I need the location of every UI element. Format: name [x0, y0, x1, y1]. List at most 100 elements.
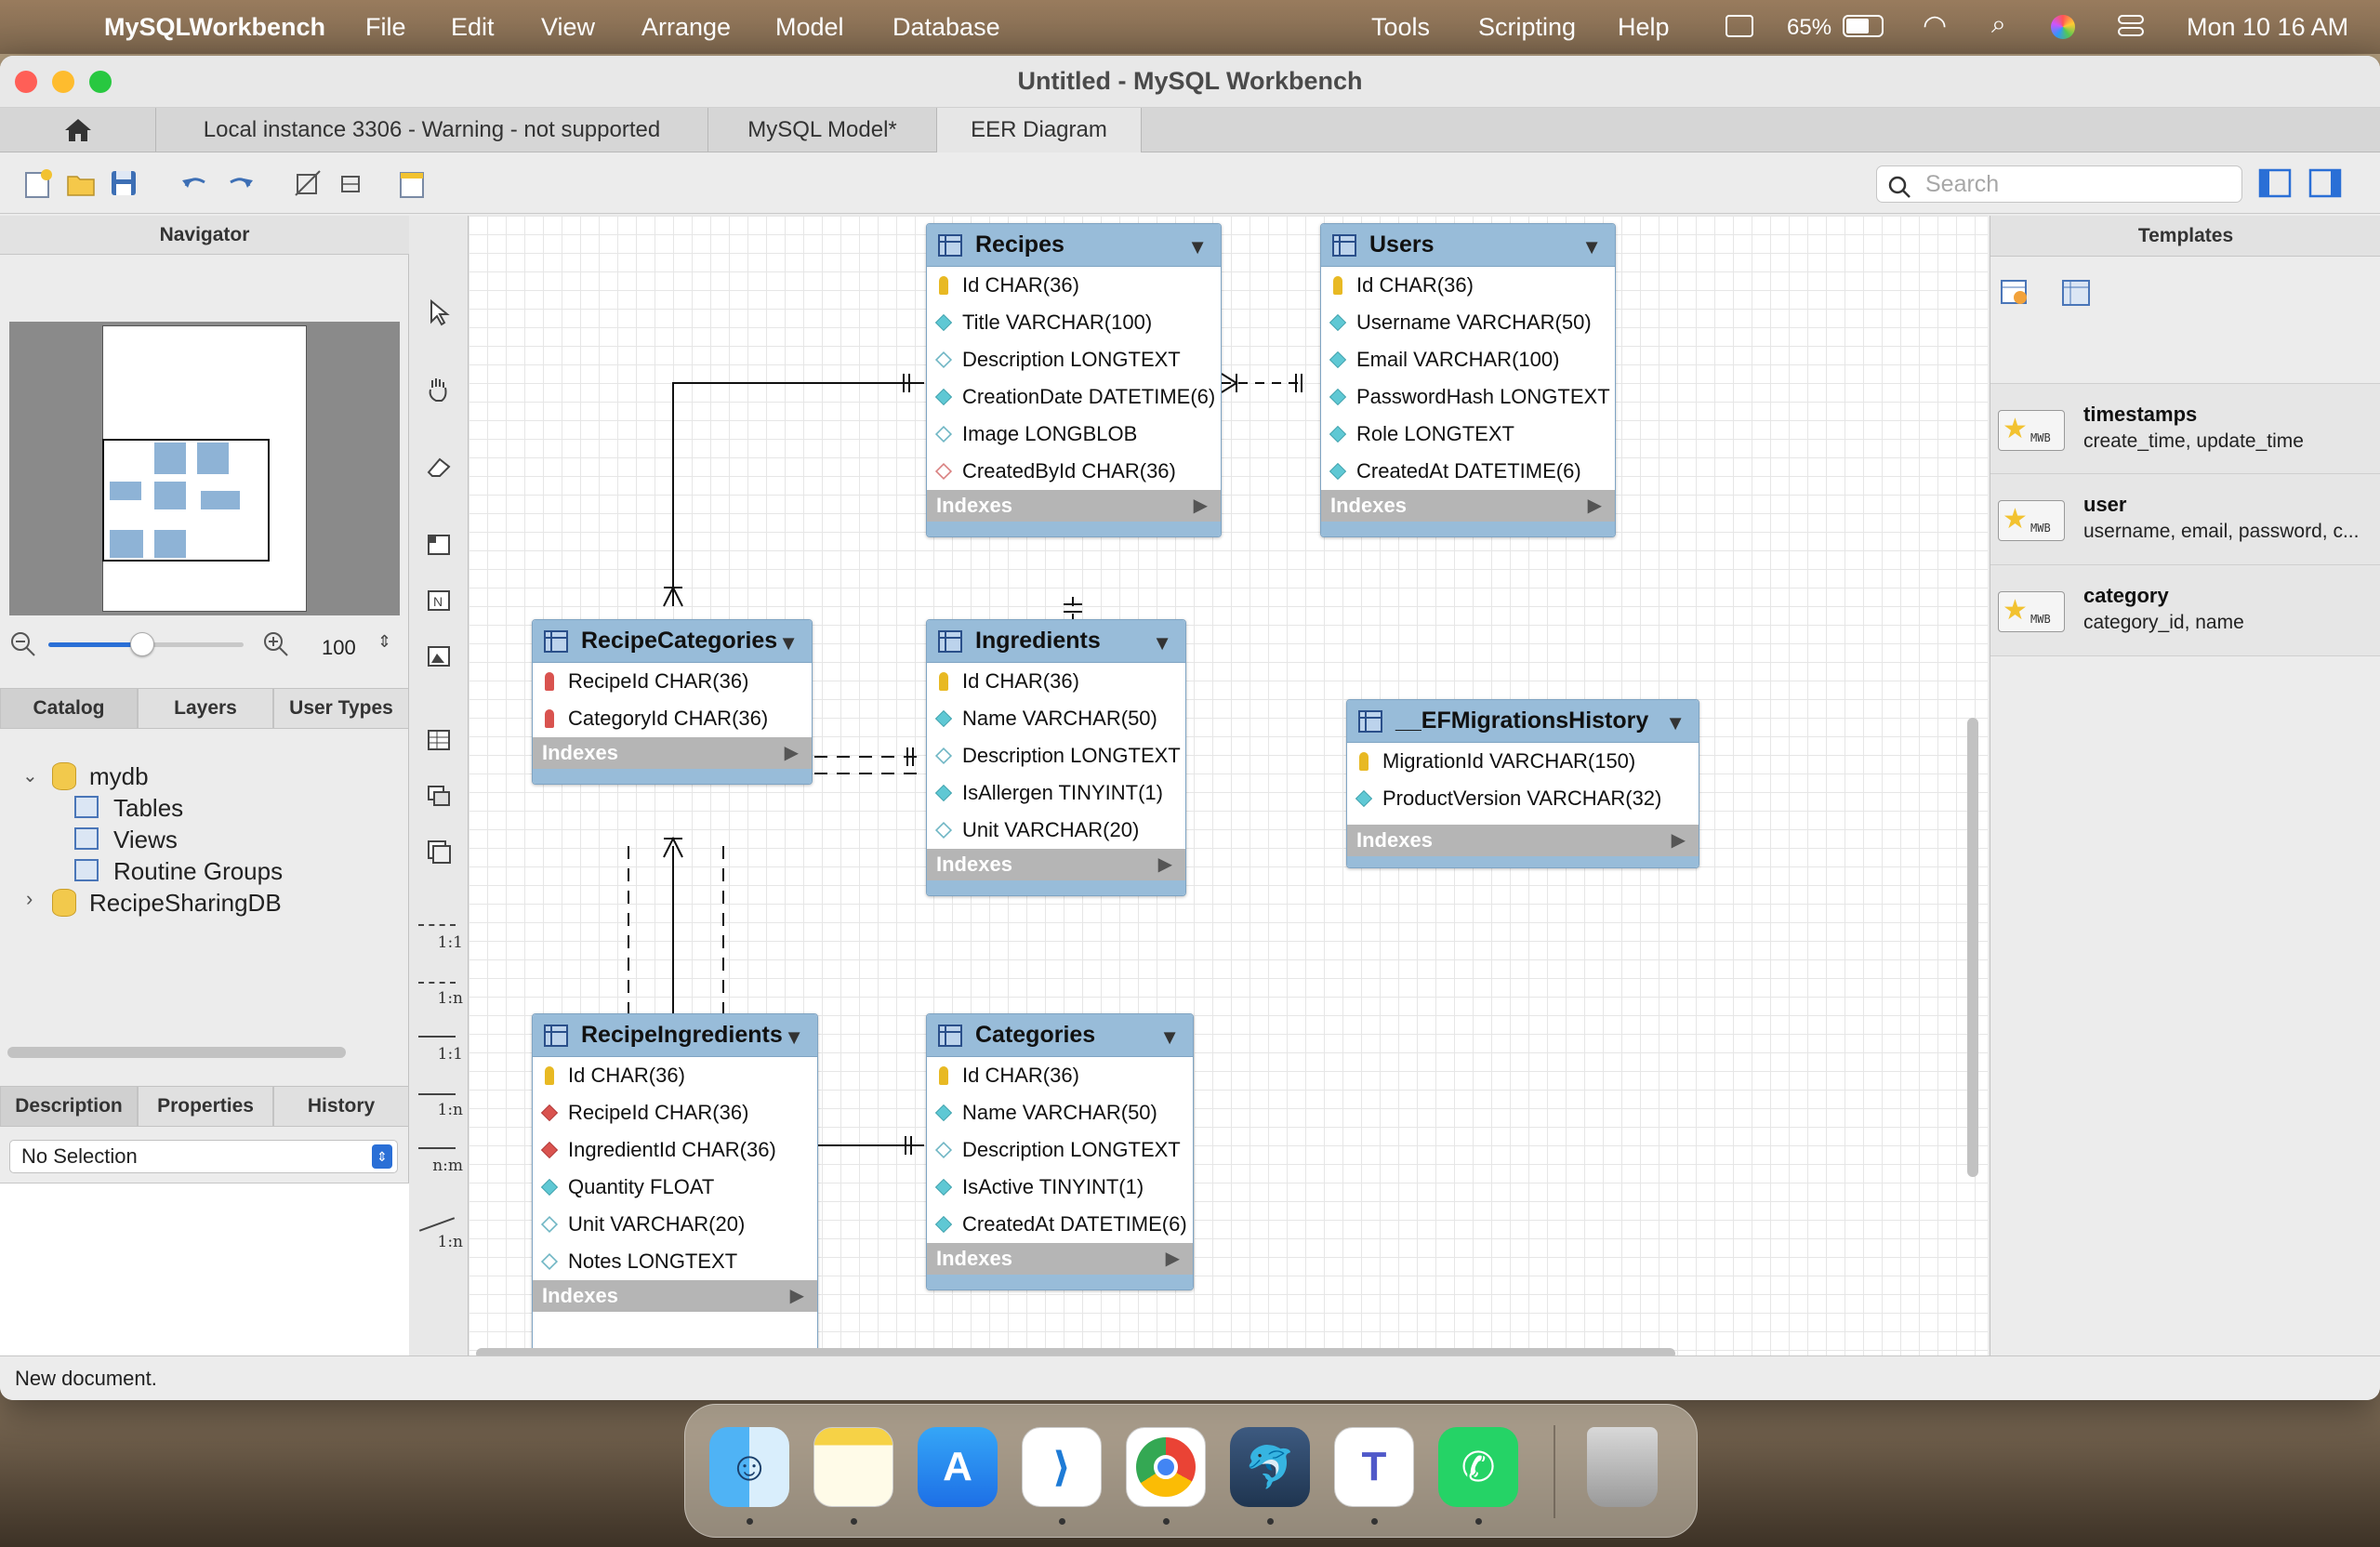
table-recipecategories[interactable]: RecipeCategories ▼ RecipeId CHAR(36) Cate… — [532, 619, 813, 785]
menu-model[interactable]: Model — [775, 13, 844, 42]
column-row[interactable]: Title VARCHAR(100) — [927, 304, 1221, 341]
column-row[interactable]: Description LONGTEXT — [927, 1131, 1193, 1169]
tree-item-views[interactable]: Views — [113, 826, 178, 854]
teams-icon[interactable]: T — [1334, 1427, 1414, 1507]
indexes-row[interactable]: Indexes ▶ — [927, 1243, 1193, 1275]
column-row[interactable]: PasswordHash LONGTEXT — [1321, 378, 1615, 416]
table-categories[interactable]: Categories ▼ Id CHAR(36) Name VARCHAR(50)… — [926, 1013, 1194, 1290]
template-item-category[interactable]: ★ MWB category category_id, name — [1990, 565, 2380, 656]
column-row[interactable]: Id CHAR(36) — [927, 1057, 1193, 1094]
zoom-slider-thumb[interactable] — [130, 632, 154, 656]
control-center-icon[interactable] — [2118, 13, 2144, 39]
expand-arrow-icon[interactable]: ▶ — [1672, 828, 1686, 852]
open-folder-icon[interactable] — [63, 165, 99, 201]
chevron-down-icon[interactable]: ⌄ — [22, 764, 38, 787]
mysql-workbench-icon[interactable]: 🐬 — [1230, 1427, 1310, 1507]
column-row[interactable]: Role LONGTEXT — [1321, 416, 1615, 453]
tree-item-recipesharingdb[interactable]: RecipeSharingDB — [89, 889, 282, 918]
tree-item-tables[interactable]: Tables — [113, 794, 183, 823]
routine-group-tool-icon[interactable] — [418, 833, 459, 870]
rel-existing-columns-icon[interactable] — [418, 1217, 456, 1232]
column-row[interactable]: Id CHAR(36) — [927, 663, 1185, 700]
menu-file[interactable]: File — [365, 13, 406, 42]
collapse-arrow-icon[interactable]: ▼ — [784, 1025, 804, 1050]
hand-tool-icon[interactable] — [418, 370, 459, 407]
eer-canvas[interactable]: Recipes ▼ Id CHAR(36) Title VARCHAR(100) … — [469, 216, 1988, 1367]
indexes-row[interactable]: Indexes ▶ — [1347, 825, 1699, 856]
wifi-icon[interactable]: ◠ — [1923, 9, 1947, 42]
dropdown-arrows-icon[interactable]: ⇕ — [372, 1144, 392, 1169]
table-header[interactable]: Categories ▼ — [927, 1014, 1193, 1057]
table-efmigrationshistory[interactable]: __EFMigrationsHistory ▼ MigrationId VARCH… — [1346, 699, 1699, 868]
clock[interactable]: Mon 10 16 AM — [2187, 13, 2348, 42]
column-row[interactable]: Unit VARCHAR(20) — [533, 1206, 817, 1243]
search-icon[interactable]: ⌕ — [1991, 9, 2006, 40]
table-recipes[interactable]: Recipes ▼ Id CHAR(36) Title VARCHAR(100) … — [926, 223, 1222, 537]
column-row[interactable]: CreatedAt DATETIME(6) — [927, 1206, 1193, 1243]
finder-icon[interactable]: ☺ — [709, 1427, 789, 1507]
menu-view[interactable]: View — [541, 13, 595, 42]
column-row[interactable]: CreationDate DATETIME(6) — [927, 378, 1221, 416]
pointer-tool-icon[interactable] — [418, 294, 459, 331]
app-store-icon[interactable]: A — [918, 1427, 998, 1507]
selection-dropdown[interactable]: No Selection — [9, 1140, 398, 1173]
collapse-arrow-icon[interactable]: ▼ — [778, 631, 799, 655]
table-ingredients[interactable]: Ingredients ▼ Id CHAR(36) Name VARCHAR(50… — [926, 619, 1186, 896]
toggle-sidebar-left-icon[interactable] — [2257, 165, 2293, 201]
collapse-arrow-icon[interactable]: ▼ — [1187, 235, 1208, 259]
table-tool-icon[interactable] — [418, 721, 459, 759]
image-tool-icon[interactable] — [418, 638, 459, 675]
tree-item-mydb[interactable]: mydb — [89, 762, 149, 791]
save-icon[interactable] — [106, 165, 141, 201]
table-users[interactable]: Users ▼ Id CHAR(36) Username VARCHAR(50) … — [1320, 223, 1616, 537]
indexes-row[interactable]: Indexes ▶ — [533, 1280, 817, 1312]
undo-icon[interactable] — [177, 165, 212, 201]
template-new-table-icon[interactable] — [2059, 275, 2093, 309]
eraser-tool-icon[interactable] — [418, 448, 459, 485]
indexes-row[interactable]: Indexes ▶ — [927, 849, 1185, 880]
expand-arrow-icon[interactable]: ▶ — [790, 1284, 804, 1307]
redo-icon[interactable] — [223, 165, 258, 201]
zoom-in-icon[interactable] — [262, 630, 290, 658]
expand-arrow-icon[interactable]: ▶ — [1194, 494, 1208, 517]
column-row[interactable]: Notes LONGTEXT — [533, 1243, 817, 1280]
column-row[interactable]: IsActive TINYINT(1) — [927, 1169, 1193, 1206]
app-menu[interactable]: MySQLWorkbench — [104, 13, 325, 42]
column-row[interactable]: Id CHAR(36) — [1321, 267, 1615, 304]
zoom-stepper-icon[interactable]: ⇕ — [377, 632, 391, 652]
chrome-icon[interactable] — [1126, 1427, 1206, 1507]
column-row[interactable]: Name VARCHAR(50) — [927, 700, 1185, 737]
search-input[interactable]: Search — [1876, 165, 2242, 203]
column-row[interactable]: Id CHAR(36) — [927, 267, 1221, 304]
expand-arrow-icon[interactable]: ▶ — [785, 741, 799, 764]
column-row[interactable]: CreatedAt DATETIME(6) — [1321, 453, 1615, 490]
expand-arrow-icon[interactable]: ▶ — [1158, 853, 1172, 876]
rel-1-n-identifying-icon[interactable] — [418, 1093, 456, 1095]
tab-history[interactable]: History — [273, 1086, 409, 1127]
battery-icon[interactable] — [1843, 15, 1884, 37]
menu-scripting[interactable]: Scripting — [1478, 13, 1576, 42]
expand-arrow-icon[interactable]: ▶ — [1166, 1247, 1180, 1270]
layer-tool-icon[interactable] — [418, 526, 459, 563]
indexes-row[interactable]: Indexes ▶ — [533, 737, 812, 769]
navigator-minimap[interactable] — [9, 322, 400, 615]
rel-recipes-recipecategories[interactable] — [672, 382, 924, 606]
column-row[interactable]: Description LONGTEXT — [927, 341, 1221, 378]
column-row[interactable]: Description LONGTEXT — [927, 737, 1185, 774]
collapse-arrow-icon[interactable]: ▼ — [1581, 235, 1602, 259]
column-row[interactable]: RecipeId CHAR(36) — [533, 663, 812, 700]
tab-properties[interactable]: Properties — [138, 1086, 273, 1127]
collapse-arrow-icon[interactable]: ▼ — [1152, 631, 1172, 655]
tab-eer-diagram[interactable]: EER Diagram — [937, 108, 1142, 152]
note-tool-icon[interactable]: N — [418, 582, 459, 619]
chevron-right-icon[interactable]: › — [26, 887, 33, 911]
rel-1-1-identifying-icon[interactable] — [418, 1036, 456, 1038]
column-row[interactable]: Image LONGBLOB — [927, 416, 1221, 453]
menu-edit[interactable]: Edit — [451, 13, 495, 42]
collapse-arrow-icon[interactable]: ▼ — [1665, 711, 1686, 735]
tab-user-types[interactable]: User Types — [273, 688, 409, 729]
whatsapp-icon[interactable]: ✆ — [1438, 1427, 1518, 1507]
tab-description[interactable]: Description — [0, 1086, 138, 1127]
expand-arrow-icon[interactable]: ▶ — [1588, 494, 1602, 517]
align-grid-icon[interactable] — [333, 165, 368, 201]
